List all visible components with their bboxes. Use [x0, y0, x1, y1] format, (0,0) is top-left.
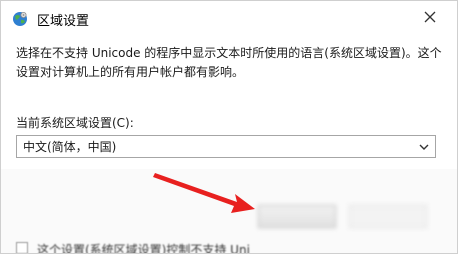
current-locale-label: 当前系统区域设置(C): — [16, 116, 134, 130]
locale-select[interactable]: 中文(简体，中国) — [16, 135, 436, 158]
footer-text: 这个设置(系统区域设置)控制不支持 Uni — [37, 243, 250, 254]
close-button[interactable] — [415, 3, 445, 31]
red-arrow-annotation — [153, 173, 255, 213]
locale-select-value: 中文(简体，中国) — [23, 140, 117, 154]
footer-checkbox[interactable] — [16, 242, 28, 253]
description-text: 选择在不支持 Unicode 的程序中显示文本时所使用的语言(系统区域设置)。这… — [16, 46, 442, 79]
ok-button[interactable]: 确定 — [258, 205, 336, 228]
close-icon — [424, 11, 436, 23]
region-settings-dialog: 区域设置 选择在不支持 Unicode 的程序中显示文本时所使用的语言(系统区域… — [0, 0, 458, 254]
dialog-title: 区域设置 — [37, 14, 90, 29]
chevron-down-icon — [419, 144, 429, 150]
cancel-button[interactable]: 取消 — [349, 205, 427, 228]
globe-settings-icon — [11, 10, 29, 28]
title-bar: 区域设置 — [1, 1, 457, 35]
